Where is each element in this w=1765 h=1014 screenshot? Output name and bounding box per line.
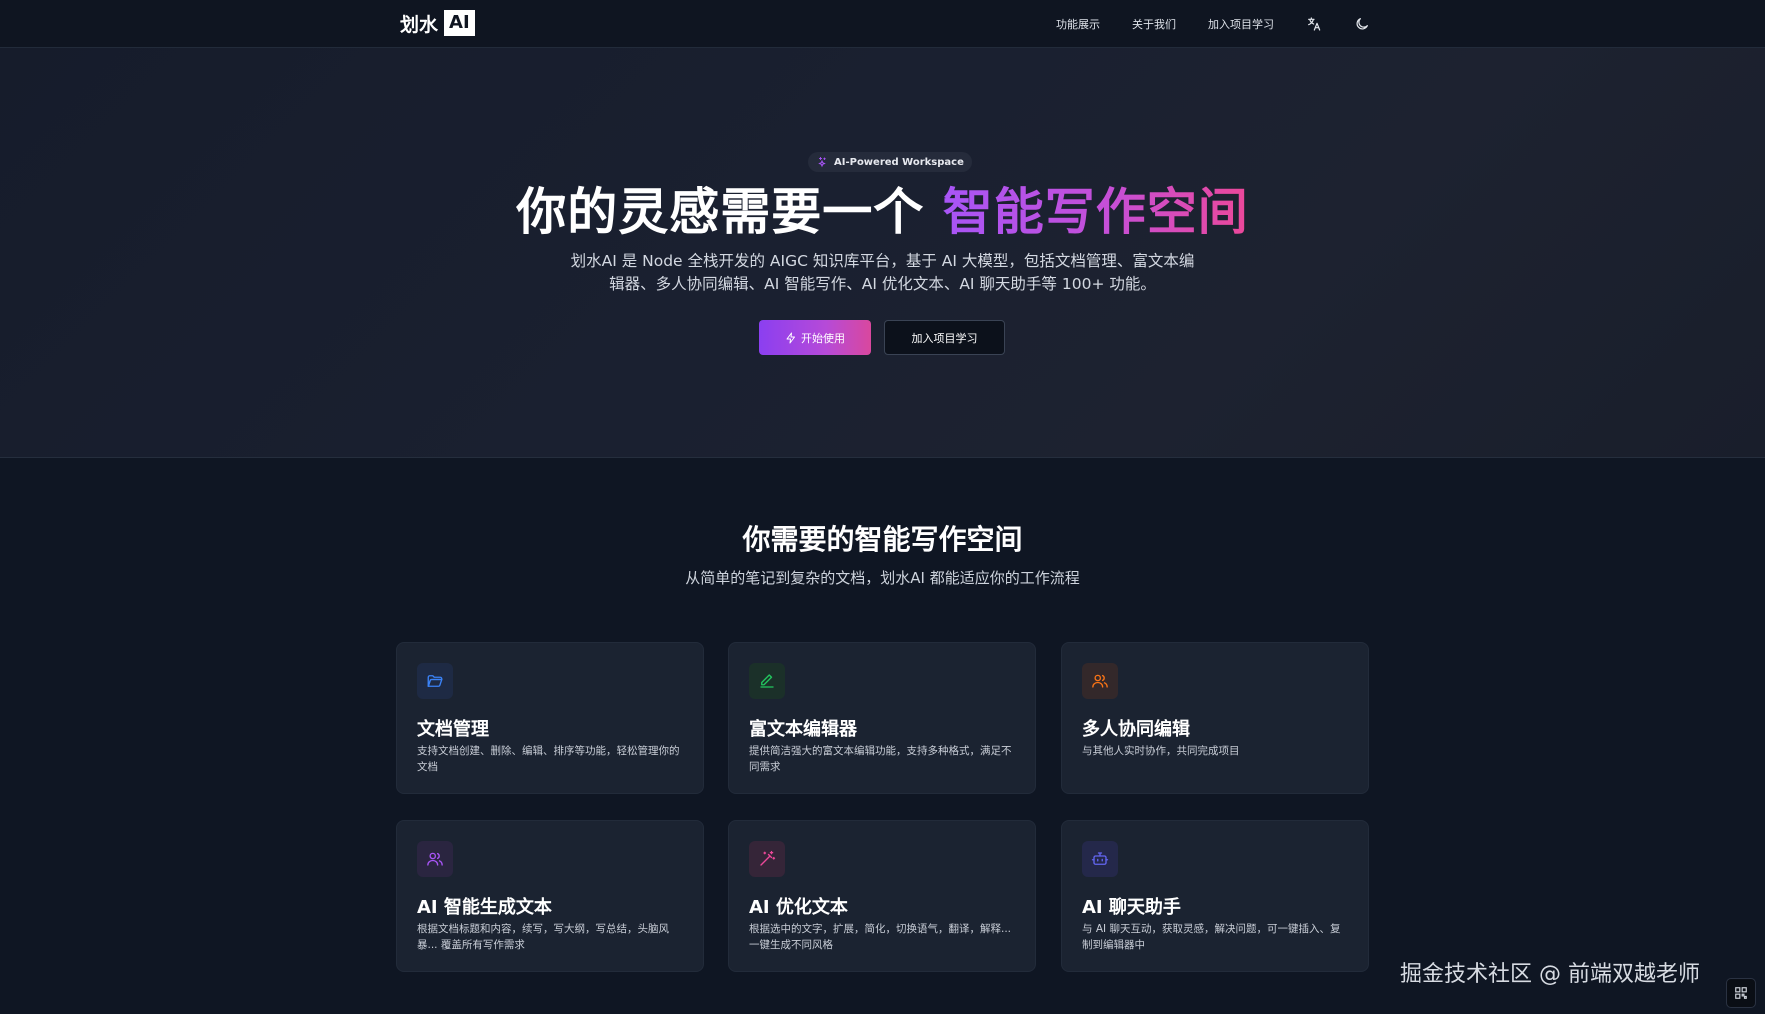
feature-card-docs[interactable]: 文档管理 支持文档创建、删除、编辑、排序等功能，轻松管理你的文档 — [396, 642, 704, 794]
card-description: 提供简洁强大的富文本编辑功能，支持多种格式，满足不同需求 — [749, 745, 1012, 773]
features-subtitle: 从简单的笔记到复杂的文档，划水AI 都能适应你的工作流程 — [685, 569, 1080, 587]
card-title: AI 智能生成文本 — [417, 897, 552, 918]
bot-icon — [1091, 852, 1109, 865]
start-button-label: 开始使用 — [801, 332, 845, 345]
nav-link-features[interactable]: 功能展示 — [1056, 16, 1100, 32]
feature-card-editor[interactable]: 富文本编辑器 提供简洁强大的富文本编辑功能，支持多种格式，满足不同需求 — [728, 642, 1036, 794]
folder-icon — [427, 675, 443, 687]
qr-icon — [1735, 987, 1747, 999]
top-nav: 划水 AI 功能展示 关于我们 加入项目学习 — [0, 0, 1765, 48]
hero-description: 划水AI 是 Node 全栈开发的 AIGC 知识库平台，基于 AI 大模型，包… — [570, 252, 1195, 293]
qr-corner-button[interactable] — [1726, 978, 1756, 1008]
card-icon-wrap — [1082, 841, 1118, 877]
nav-links: 功能展示 关于我们 加入项目学习 — [1056, 14, 1370, 34]
card-title: 富文本编辑器 — [749, 719, 857, 740]
page: 划水 AI 功能展示 关于我们 加入项目学习 AI-Powered Worksp… — [0, 0, 1765, 1014]
hero-section: AI-Powered Workspace 你的灵感需要一个 智能写作空间 划水A… — [0, 48, 1765, 458]
sparkles-icon — [818, 157, 826, 168]
join-project-button[interactable]: 加入项目学习 — [884, 320, 1005, 355]
card-title: AI 优化文本 — [749, 897, 848, 918]
lightning-icon — [786, 332, 795, 343]
card-title: AI 聊天助手 — [1082, 897, 1181, 918]
card-description: 支持文档创建、删除、编辑、排序等功能，轻松管理你的文档 — [417, 745, 680, 773]
card-description: 与其他人实时协作，共同完成项目 — [1082, 745, 1240, 757]
pill-label: AI-Powered Workspace — [834, 156, 964, 168]
logo-badge: AI — [444, 10, 475, 36]
feature-card-ai-optimize[interactable]: AI 优化文本 根据选中的文字，扩展，简化，切换语气，翻译，解释... 一键生成… — [728, 820, 1036, 972]
feature-card-ai-chat[interactable]: AI 聊天助手 与 AI 聊天互动，获取灵感，解决问题，可一键插入、复制到编辑器… — [1061, 820, 1369, 972]
card-icon-wrap — [749, 663, 785, 699]
logo[interactable]: 划水 AI — [400, 10, 475, 36]
nav-link-join[interactable]: 加入项目学习 — [1208, 16, 1274, 32]
card-description: 与 AI 聊天互动，获取灵感，解决问题，可一键插入、复制到编辑器中 — [1082, 923, 1341, 951]
card-icon-wrap — [417, 663, 453, 699]
card-icon-wrap — [417, 841, 453, 877]
card-icon-wrap — [749, 841, 785, 877]
nav-link-about[interactable]: 关于我们 — [1132, 16, 1176, 32]
users-ai-icon — [427, 852, 443, 866]
ai-powered-pill: AI-Powered Workspace — [808, 152, 972, 172]
card-description: 根据选中的文字，扩展，简化，切换语气，翻译，解释... 一键生成不同风格 — [749, 923, 1012, 951]
hero-title-plain: 你的灵感需要一个 — [516, 183, 925, 241]
feature-card-collab[interactable]: 多人协同编辑 与其他人实时协作，共同完成项目 — [1061, 642, 1369, 794]
card-title: 多人协同编辑 — [1082, 719, 1190, 740]
moon-icon[interactable] — [1354, 16, 1370, 32]
feature-card-ai-generate[interactable]: AI 智能生成文本 根据文档标题和内容，续写，写大纲，写总结，头脑风暴... 覆… — [396, 820, 704, 972]
card-title: 文档管理 — [417, 719, 489, 740]
pen-icon — [760, 674, 774, 688]
card-icon-wrap — [1082, 663, 1118, 699]
features-title: 你需要的智能写作空间 — [742, 523, 1023, 556]
hero-title: 你的灵感需要一个 智能写作空间 — [0, 172, 1765, 244]
translate-icon[interactable] — [1306, 16, 1322, 32]
watermark: 掘金技术社区 @ 前端双越老师 — [1400, 962, 1700, 987]
hero-title-highlight: 智能写作空间 — [942, 183, 1249, 241]
logo-text: 划水 — [400, 13, 439, 36]
card-description: 根据文档标题和内容，续写，写大纲，写总结，头脑风暴... 覆盖所有写作需求 — [417, 923, 669, 951]
start-button[interactable]: 开始使用 — [759, 320, 871, 355]
users-icon — [1092, 674, 1108, 688]
magic-wand-icon — [760, 850, 776, 866]
